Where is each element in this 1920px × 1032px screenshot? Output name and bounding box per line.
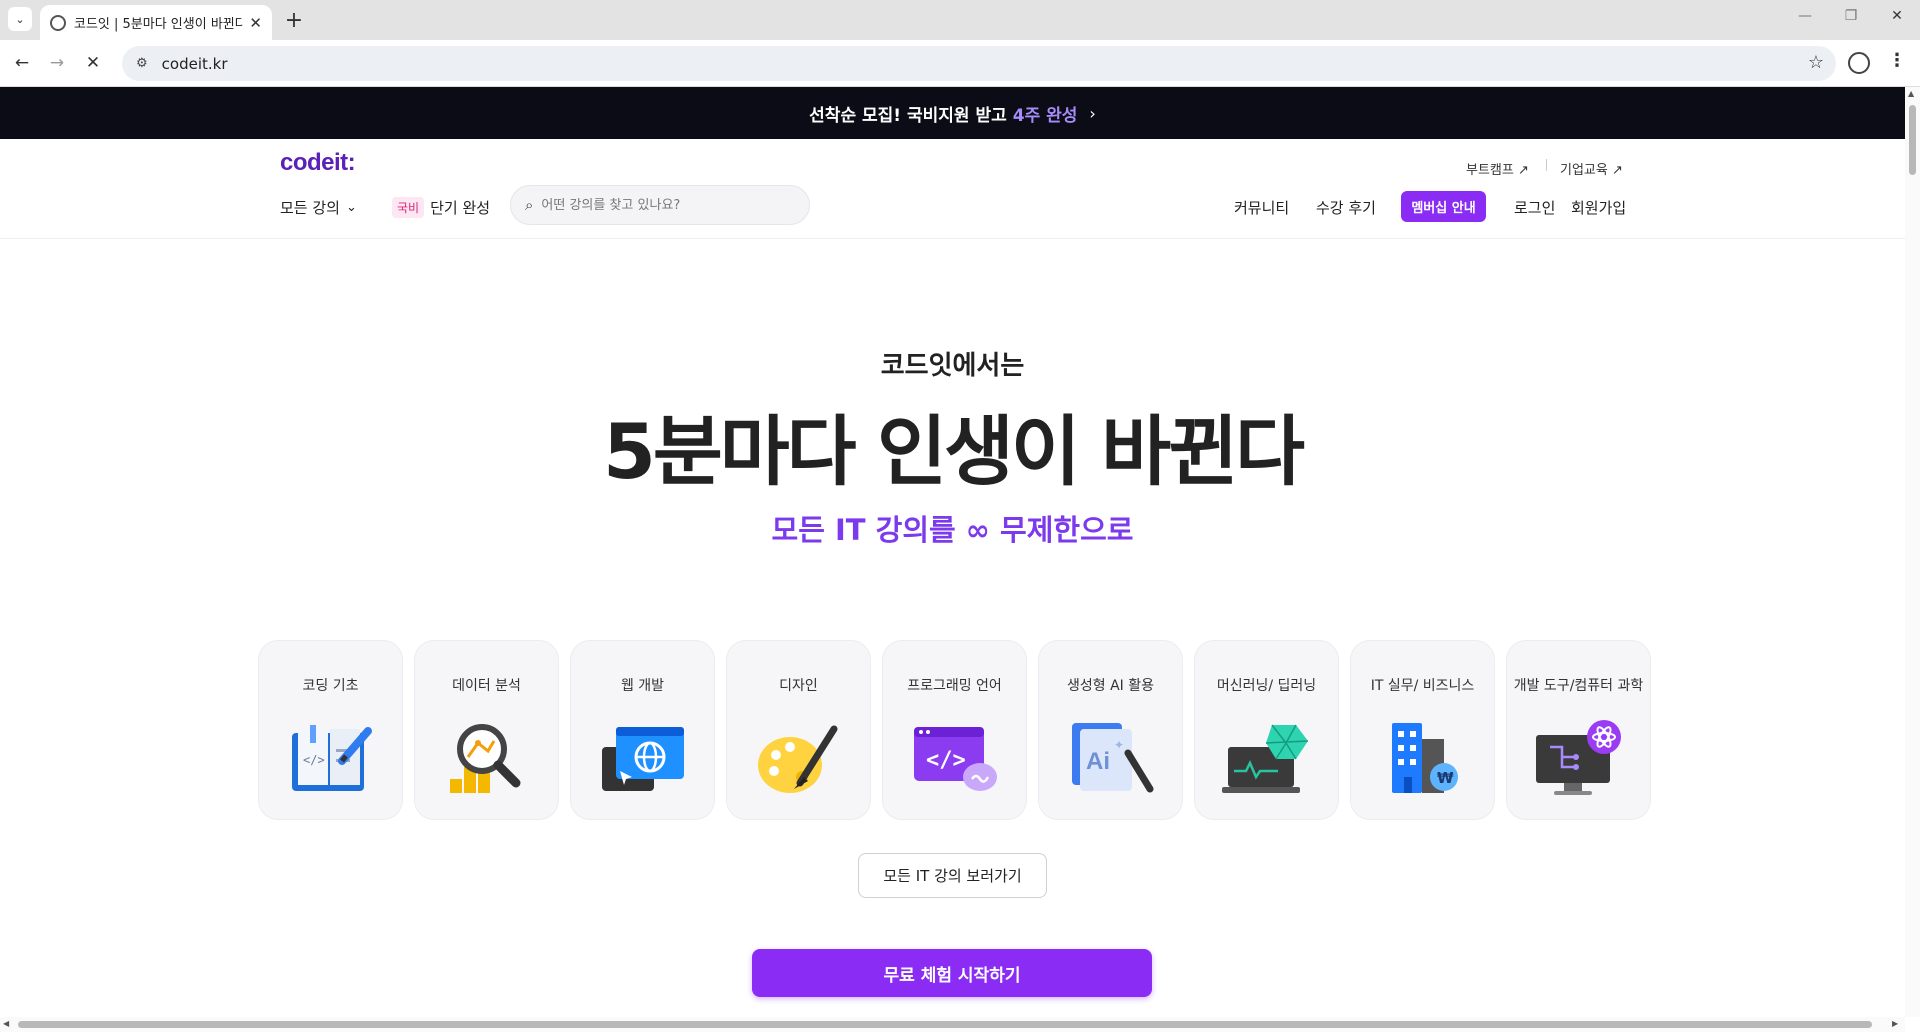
url-text[interactable]: codeit.kr [162, 55, 228, 73]
favicon-icon [50, 14, 66, 31]
gov-support-badge: 국비 [392, 197, 425, 218]
horizontal-scrollbar[interactable]: ◀ ▶ [0, 1017, 1905, 1032]
all-courses-button[interactable]: 모든 IT 강의 보러가기 [858, 853, 1047, 898]
scroll-left-icon[interactable]: ◀ [3, 1019, 9, 1028]
login-link[interactable]: 로그인 [1514, 197, 1555, 218]
tab-close-icon[interactable]: ✕ [249, 14, 262, 32]
course-search-box[interactable]: ⌕ [510, 185, 810, 225]
page-viewport: 선착순 모집! 국비지원 받고 4주 완성 › codeit: 부트캠프 ↗ 기… [0, 87, 1905, 1017]
browser-tab-active[interactable]: 코드잇 | 5분마다 인생이 바뀐다 ✕ [40, 5, 272, 40]
category-label: 웹 개발 [620, 678, 665, 694]
building-coin-icon: ₩ [1392, 723, 1458, 793]
monitor-atom-icon [1536, 720, 1621, 795]
codeit-logo[interactable]: codeit: [280, 149, 356, 177]
category-card-generative-ai[interactable]: 생성형 AI 활용 Ai ✦ [1038, 640, 1183, 820]
scroll-up-icon[interactable]: ▲ [1908, 89, 1914, 98]
util-divider [1546, 159, 1547, 171]
minimize-icon[interactable]: — [1782, 8, 1828, 24]
category-card-data-analysis[interactable]: 데이터 분석 [414, 640, 559, 820]
svg-text:₩: ₩ [1437, 769, 1454, 787]
category-label: 데이터 분석 [452, 678, 521, 694]
svg-text:</>: </> [303, 753, 325, 767]
search-input[interactable] [541, 197, 782, 213]
free-trial-button[interactable]: 무료 체험 시작하기 [752, 949, 1152, 997]
category-label: IT 실무/ 비즈니스 [1370, 678, 1475, 694]
site-header: codeit: 부트캠프 ↗ 기업교육 ↗ 모든 강의 ⌄ 국비 단기 완성 ⌕… [0, 139, 1905, 239]
nav-all-courses[interactable]: 모든 강의 ⌄ [280, 197, 357, 218]
signup-link[interactable]: 회원가입 [1571, 197, 1626, 218]
tab-title: 코드잇 | 5분마다 인생이 바뀐다 [74, 17, 244, 32]
category-card-design[interactable]: 디자인 [726, 640, 871, 820]
category-label: 생성형 AI 활용 [1066, 678, 1154, 694]
category-card-it-business[interactable]: IT 실무/ 비즈니스 ₩ [1350, 640, 1495, 820]
code-window-icon: </> [914, 727, 997, 791]
chevron-right-icon: › [1089, 103, 1096, 123]
category-label: 프로그래밍 언어 [907, 678, 1002, 694]
scroll-right-icon[interactable]: ▶ [1892, 1019, 1898, 1028]
new-tab-button[interactable]: + [280, 6, 308, 34]
promo-text: 선착순 모집! 국비지원 받고 [809, 105, 1007, 126]
category-label: 코딩 기초 [302, 678, 359, 694]
search-icon: ⌕ [525, 196, 534, 214]
enterprise-link[interactable]: 기업교육 ↗ [1560, 159, 1623, 178]
hero-subtitle: 코드잇에서는 [880, 351, 1025, 381]
browser-menu-icon[interactable]: ⋮ [1888, 50, 1906, 71]
nav-reviews[interactable]: 수강 후기 [1316, 197, 1376, 218]
horizontal-scroll-thumb[interactable] [18, 1021, 1872, 1028]
chevron-down-icon: ⌄ [345, 200, 357, 215]
forward-button[interactable]: → [44, 50, 70, 76]
bootcamp-link[interactable]: 부트캠프 ↗ [1466, 159, 1529, 178]
vertical-scrollbar[interactable]: ▲ [1905, 87, 1920, 1017]
browser-globe-icon [602, 727, 684, 791]
laptop-brain-icon [1222, 724, 1309, 793]
svg-text:Ai: Ai [1086, 748, 1110, 775]
membership-button[interactable]: 멤버십 안내 [1401, 191, 1486, 222]
vertical-scroll-thumb[interactable] [1909, 105, 1916, 175]
category-label: 디자인 [779, 678, 818, 694]
nav-all-courses-label: 모든 강의 [280, 199, 340, 217]
address-bar[interactable]: ⚙ codeit.kr ☆ [122, 46, 1836, 81]
category-card-web-dev[interactable]: 웹 개발 [570, 640, 715, 820]
category-card-coding-basics[interactable]: 코딩 기초 </> [258, 640, 403, 820]
category-card-dev-tools-cs[interactable]: 개발 도구/컴퓨터 과학 [1506, 640, 1651, 820]
ai-document-icon: Ai ✦ [1072, 723, 1154, 793]
category-card-ml-dl[interactable]: 머신러닝/ 딥러닝 [1194, 640, 1339, 820]
book-pencil-icon: </> [292, 725, 372, 791]
tab-search-dropdown[interactable]: ⌄ [8, 7, 32, 31]
profile-icon[interactable] [1848, 52, 1870, 74]
svg-text:✦: ✦ [1114, 738, 1124, 752]
browser-tab-bar: ⌄ 코드잇 | 5분마다 인생이 바뀐다 ✕ + — ❐ ✕ [0, 0, 1920, 40]
nav-short-course-label: 단기 완성 [430, 199, 491, 217]
bookmark-star-icon[interactable]: ☆ [1808, 52, 1824, 73]
category-label: 개발 도구/컴퓨터 과학 [1513, 678, 1644, 694]
palette-brush-icon [758, 725, 838, 793]
promo-banner[interactable]: 선착순 모집! 국비지원 받고 4주 완성 › [0, 87, 1905, 139]
browser-toolbar: ← → ✕ ⚙ codeit.kr ☆ ⋮ [0, 40, 1920, 87]
category-label: 머신러닝/ 딥러닝 [1216, 678, 1317, 694]
site-info-icon[interactable]: ⚙ [136, 56, 148, 71]
hero-title: 5분마다 인생이 바뀐다 [602, 407, 1305, 496]
svg-text:</>: </> [926, 748, 966, 773]
nav-short-course[interactable]: 국비 단기 완성 [392, 197, 490, 218]
category-cards: 코딩 기초 </> 데이터 분석 웹 개발 디자인 프로그래밍 언어 </> 생… [258, 640, 1651, 820]
restore-icon[interactable]: ❐ [1828, 8, 1874, 24]
back-button[interactable]: ← [9, 50, 35, 76]
promo-highlight: 4주 완성 [1012, 105, 1078, 126]
magnifier-chart-icon [450, 724, 521, 793]
stop-loading-button[interactable]: ✕ [80, 50, 106, 76]
category-card-programming-languages[interactable]: 프로그래밍 언어 </> [882, 640, 1027, 820]
window-close-icon[interactable]: ✕ [1874, 8, 1920, 24]
nav-community[interactable]: 커뮤니티 [1234, 197, 1289, 218]
hero-tagline: 모든 IT 강의를 ∞ 무제한으로 [771, 513, 1134, 547]
